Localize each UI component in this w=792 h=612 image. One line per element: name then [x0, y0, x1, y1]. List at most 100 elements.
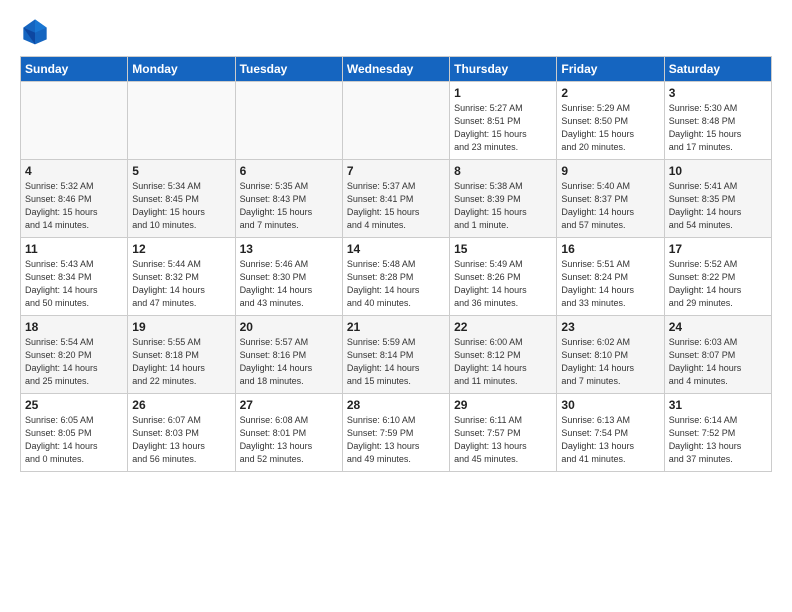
day-detail: Sunrise: 5:38 AM Sunset: 8:39 PM Dayligh… [454, 180, 552, 232]
calendar-week: 25Sunrise: 6:05 AM Sunset: 8:05 PM Dayli… [21, 394, 772, 472]
calendar-cell: 12 Sunrise: 5:44 AM Sunset: 8:32 PM Dayli… [128, 238, 235, 316]
calendar-cell: 23 Sunrise: 6:02 AM Sunset: 8:10 PM Dayli… [557, 316, 664, 394]
day-detail: Sunrise: 5:29 AM Sunset: 8:50 PM Dayligh… [561, 102, 659, 154]
day-detail: Sunrise: 5:40 AM Sunset: 8:37 PM Dayligh… [561, 180, 659, 232]
weekday-header: Friday [557, 57, 664, 82]
day-number: 11 [25, 242, 123, 256]
day-number: 22 [454, 320, 552, 334]
calendar-cell: 20 Sunrise: 5:57 AM Sunset: 8:16 PM Dayli… [235, 316, 342, 394]
day-detail: Sunrise: 6:05 AM Sunset: 8:05 PM Dayligh… [25, 414, 123, 466]
day-detail: Sunrise: 5:37 AM Sunset: 8:41 PM Dayligh… [347, 180, 445, 232]
calendar-body: 1 Sunrise: 5:27 AM Sunset: 8:51 PM Daylig… [21, 82, 772, 472]
day-detail: Sunrise: 5:34 AM Sunset: 8:45 PM Dayligh… [132, 180, 230, 232]
calendar-cell: 28 Sunrise: 6:10 AM Sunset: 7:59 PM Dayli… [342, 394, 449, 472]
day-number: 16 [561, 242, 659, 256]
day-detail: Sunrise: 6:11 AM Sunset: 7:57 PM Dayligh… [454, 414, 552, 466]
day-detail: Sunrise: 5:52 AM Sunset: 8:22 PM Dayligh… [669, 258, 767, 310]
day-detail: Sunrise: 5:30 AM Sunset: 8:48 PM Dayligh… [669, 102, 767, 154]
calendar-cell: 7 Sunrise: 5:37 AM Sunset: 8:41 PM Daylig… [342, 160, 449, 238]
day-detail: Sunrise: 5:48 AM Sunset: 8:28 PM Dayligh… [347, 258, 445, 310]
weekday-header: Tuesday [235, 57, 342, 82]
calendar-cell: 1 Sunrise: 5:27 AM Sunset: 8:51 PM Daylig… [450, 82, 557, 160]
calendar-table: SundayMondayTuesdayWednesdayThursdayFrid… [20, 56, 772, 472]
day-number: 17 [669, 242, 767, 256]
calendar-cell: 17 Sunrise: 5:52 AM Sunset: 8:22 PM Dayli… [664, 238, 771, 316]
day-number: 2 [561, 86, 659, 100]
calendar-page: SundayMondayTuesdayWednesdayThursdayFrid… [0, 0, 792, 482]
day-number: 30 [561, 398, 659, 412]
day-number: 18 [25, 320, 123, 334]
day-number: 5 [132, 164, 230, 178]
calendar-cell [21, 82, 128, 160]
calendar-cell: 26 Sunrise: 6:07 AM Sunset: 8:03 PM Dayli… [128, 394, 235, 472]
day-detail: Sunrise: 5:35 AM Sunset: 8:43 PM Dayligh… [240, 180, 338, 232]
calendar-cell: 30Sunrise: 6:13 AM Sunset: 7:54 PM Dayli… [557, 394, 664, 472]
day-number: 6 [240, 164, 338, 178]
day-number: 23 [561, 320, 659, 334]
calendar-week: 11 Sunrise: 5:43 AM Sunset: 8:34 PM Dayli… [21, 238, 772, 316]
day-detail: Sunrise: 6:10 AM Sunset: 7:59 PM Dayligh… [347, 414, 445, 466]
calendar-cell: 3 Sunrise: 5:30 AM Sunset: 8:48 PM Daylig… [664, 82, 771, 160]
day-number: 26 [132, 398, 230, 412]
day-detail: Sunrise: 6:07 AM Sunset: 8:03 PM Dayligh… [132, 414, 230, 466]
day-detail: Sunrise: 5:54 AM Sunset: 8:20 PM Dayligh… [25, 336, 123, 388]
calendar-week: 18 Sunrise: 5:54 AM Sunset: 8:20 PM Dayli… [21, 316, 772, 394]
calendar-cell: 24 Sunrise: 6:03 AM Sunset: 8:07 PM Dayli… [664, 316, 771, 394]
weekday-header: Monday [128, 57, 235, 82]
calendar-cell: 11 Sunrise: 5:43 AM Sunset: 8:34 PM Dayli… [21, 238, 128, 316]
day-detail: Sunrise: 5:32 AM Sunset: 8:46 PM Dayligh… [25, 180, 123, 232]
calendar-cell: 16Sunrise: 5:51 AM Sunset: 8:24 PM Dayli… [557, 238, 664, 316]
day-detail: Sunrise: 6:14 AM Sunset: 7:52 PM Dayligh… [669, 414, 767, 466]
calendar-cell: 19 Sunrise: 5:55 AM Sunset: 8:18 PM Dayli… [128, 316, 235, 394]
calendar-cell: 18 Sunrise: 5:54 AM Sunset: 8:20 PM Dayli… [21, 316, 128, 394]
header [20, 16, 772, 46]
day-number: 21 [347, 320, 445, 334]
day-number: 8 [454, 164, 552, 178]
calendar-header: SundayMondayTuesdayWednesdayThursdayFrid… [21, 57, 772, 82]
day-detail: Sunrise: 5:46 AM Sunset: 8:30 PM Dayligh… [240, 258, 338, 310]
day-detail: Sunrise: 5:57 AM Sunset: 8:16 PM Dayligh… [240, 336, 338, 388]
calendar-cell: 5 Sunrise: 5:34 AM Sunset: 8:45 PM Daylig… [128, 160, 235, 238]
day-detail: Sunrise: 5:27 AM Sunset: 8:51 PM Dayligh… [454, 102, 552, 154]
day-detail: Sunrise: 5:49 AM Sunset: 8:26 PM Dayligh… [454, 258, 552, 310]
calendar-cell: 21Sunrise: 5:59 AM Sunset: 8:14 PM Dayli… [342, 316, 449, 394]
calendar-cell: 8 Sunrise: 5:38 AM Sunset: 8:39 PM Daylig… [450, 160, 557, 238]
calendar-cell: 14Sunrise: 5:48 AM Sunset: 8:28 PM Dayli… [342, 238, 449, 316]
calendar-cell: 29 Sunrise: 6:11 AM Sunset: 7:57 PM Dayli… [450, 394, 557, 472]
calendar-cell [235, 82, 342, 160]
calendar-cell: 2 Sunrise: 5:29 AM Sunset: 8:50 PM Daylig… [557, 82, 664, 160]
logo-icon [20, 16, 50, 46]
day-number: 20 [240, 320, 338, 334]
weekday-header: Wednesday [342, 57, 449, 82]
day-detail: Sunrise: 5:43 AM Sunset: 8:34 PM Dayligh… [25, 258, 123, 310]
day-detail: Sunrise: 5:55 AM Sunset: 8:18 PM Dayligh… [132, 336, 230, 388]
calendar-cell: 31 Sunrise: 6:14 AM Sunset: 7:52 PM Dayli… [664, 394, 771, 472]
weekday-header: Sunday [21, 57, 128, 82]
weekday-header: Saturday [664, 57, 771, 82]
day-number: 28 [347, 398, 445, 412]
calendar-cell: 9Sunrise: 5:40 AM Sunset: 8:37 PM Daylig… [557, 160, 664, 238]
calendar-cell: 27Sunrise: 6:08 AM Sunset: 8:01 PM Dayli… [235, 394, 342, 472]
day-number: 4 [25, 164, 123, 178]
day-number: 1 [454, 86, 552, 100]
day-number: 15 [454, 242, 552, 256]
calendar-cell [128, 82, 235, 160]
calendar-cell: 25Sunrise: 6:05 AM Sunset: 8:05 PM Dayli… [21, 394, 128, 472]
day-number: 29 [454, 398, 552, 412]
day-number: 12 [132, 242, 230, 256]
day-number: 19 [132, 320, 230, 334]
calendar-cell: 15 Sunrise: 5:49 AM Sunset: 8:26 PM Dayli… [450, 238, 557, 316]
calendar-cell: 22 Sunrise: 6:00 AM Sunset: 8:12 PM Dayli… [450, 316, 557, 394]
day-number: 24 [669, 320, 767, 334]
day-number: 31 [669, 398, 767, 412]
day-number: 7 [347, 164, 445, 178]
day-detail: Sunrise: 6:08 AM Sunset: 8:01 PM Dayligh… [240, 414, 338, 466]
day-detail: Sunrise: 5:41 AM Sunset: 8:35 PM Dayligh… [669, 180, 767, 232]
day-detail: Sunrise: 6:00 AM Sunset: 8:12 PM Dayligh… [454, 336, 552, 388]
day-detail: Sunrise: 6:03 AM Sunset: 8:07 PM Dayligh… [669, 336, 767, 388]
day-detail: Sunrise: 5:44 AM Sunset: 8:32 PM Dayligh… [132, 258, 230, 310]
day-detail: Sunrise: 6:02 AM Sunset: 8:10 PM Dayligh… [561, 336, 659, 388]
calendar-cell: 10Sunrise: 5:41 AM Sunset: 8:35 PM Dayli… [664, 160, 771, 238]
day-number: 3 [669, 86, 767, 100]
calendar-week: 4 Sunrise: 5:32 AM Sunset: 8:46 PM Daylig… [21, 160, 772, 238]
